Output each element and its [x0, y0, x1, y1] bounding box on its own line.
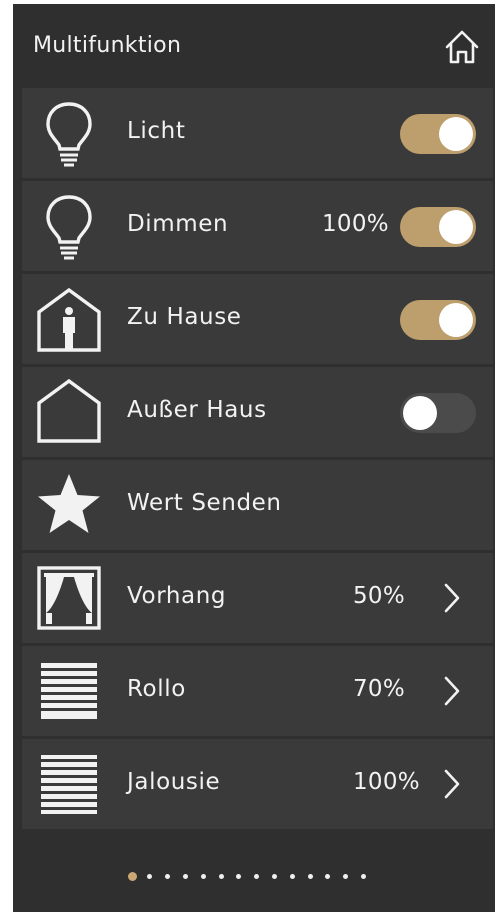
- page-dot-active[interactable]: [127, 872, 137, 881]
- rollo-value: 70%: [353, 676, 406, 702]
- row-dimmen[interactable]: Dimmen 100%: [22, 181, 493, 271]
- licht-toggle[interactable]: [400, 114, 476, 154]
- toggle-knob: [439, 210, 473, 244]
- house-outline-icon: [37, 378, 101, 443]
- multifunction-panel: Multifunktion Licht Dimmen 100% Zu Hause…: [13, 4, 495, 912]
- ausser-haus-toggle[interactable]: [400, 393, 476, 433]
- page-dot[interactable]: [271, 874, 277, 879]
- page-dot[interactable]: [289, 874, 295, 879]
- row-label-rollo: Rollo: [127, 676, 186, 702]
- row-label-licht: Licht: [127, 118, 186, 144]
- page-dot[interactable]: [218, 874, 224, 879]
- chevron-right-icon[interactable]: [442, 674, 462, 708]
- zu-hause-toggle[interactable]: [400, 300, 476, 340]
- row-rollo[interactable]: Rollo 70%: [22, 646, 493, 736]
- row-label-vorhang: Vorhang: [127, 583, 227, 609]
- page-dot[interactable]: [147, 874, 153, 879]
- toggle-knob: [403, 396, 437, 430]
- page-indicator[interactable]: [13, 866, 495, 886]
- home-icon[interactable]: [443, 28, 481, 66]
- row-label-ausser-haus: Außer Haus: [127, 397, 267, 423]
- dimmen-value: 100%: [322, 211, 389, 237]
- page-title: Multifunktion: [33, 33, 182, 58]
- page-dot[interactable]: [236, 874, 242, 879]
- row-jalousie[interactable]: Jalousie 100%: [22, 739, 493, 829]
- row-zu-hause[interactable]: Zu Hause: [22, 274, 493, 364]
- row-vorhang[interactable]: Vorhang 50%: [22, 553, 493, 643]
- row-label-dimmen: Dimmen: [127, 211, 229, 237]
- chevron-right-icon[interactable]: [442, 581, 462, 615]
- header: Multifunktion: [13, 4, 495, 86]
- dimmen-toggle[interactable]: [400, 207, 476, 247]
- row-label-wert-senden: Wert Senden: [127, 490, 282, 516]
- row-licht[interactable]: Licht: [22, 88, 493, 178]
- row-ausser-haus[interactable]: Außer Haus: [22, 367, 493, 457]
- page-dot[interactable]: [325, 874, 331, 879]
- page-dot[interactable]: [182, 874, 188, 879]
- page-dot[interactable]: [343, 874, 349, 879]
- page-dot[interactable]: [254, 874, 260, 879]
- page-dot[interactable]: [360, 874, 366, 879]
- row-wert-senden[interactable]: Wert Senden: [22, 460, 493, 550]
- toggle-knob: [439, 303, 473, 337]
- chevron-right-icon[interactable]: [442, 767, 462, 801]
- vorhang-value: 50%: [353, 583, 406, 609]
- house-person-icon: [37, 287, 101, 352]
- page-dot[interactable]: [200, 874, 206, 879]
- page-dot[interactable]: [165, 874, 171, 879]
- row-label-zu-hause: Zu Hause: [127, 304, 242, 330]
- lightbulb-icon: [46, 195, 92, 260]
- row-label-jalousie: Jalousie: [127, 769, 221, 795]
- page-dot[interactable]: [307, 874, 313, 879]
- lightbulb-icon: [46, 102, 92, 167]
- curtain-icon: [37, 566, 101, 630]
- jalousie-value: 100%: [353, 769, 420, 795]
- roller-shutter-icon: [41, 663, 97, 719]
- star-icon: [38, 474, 100, 533]
- toggle-knob: [439, 117, 473, 151]
- venetian-blind-icon: [41, 755, 97, 814]
